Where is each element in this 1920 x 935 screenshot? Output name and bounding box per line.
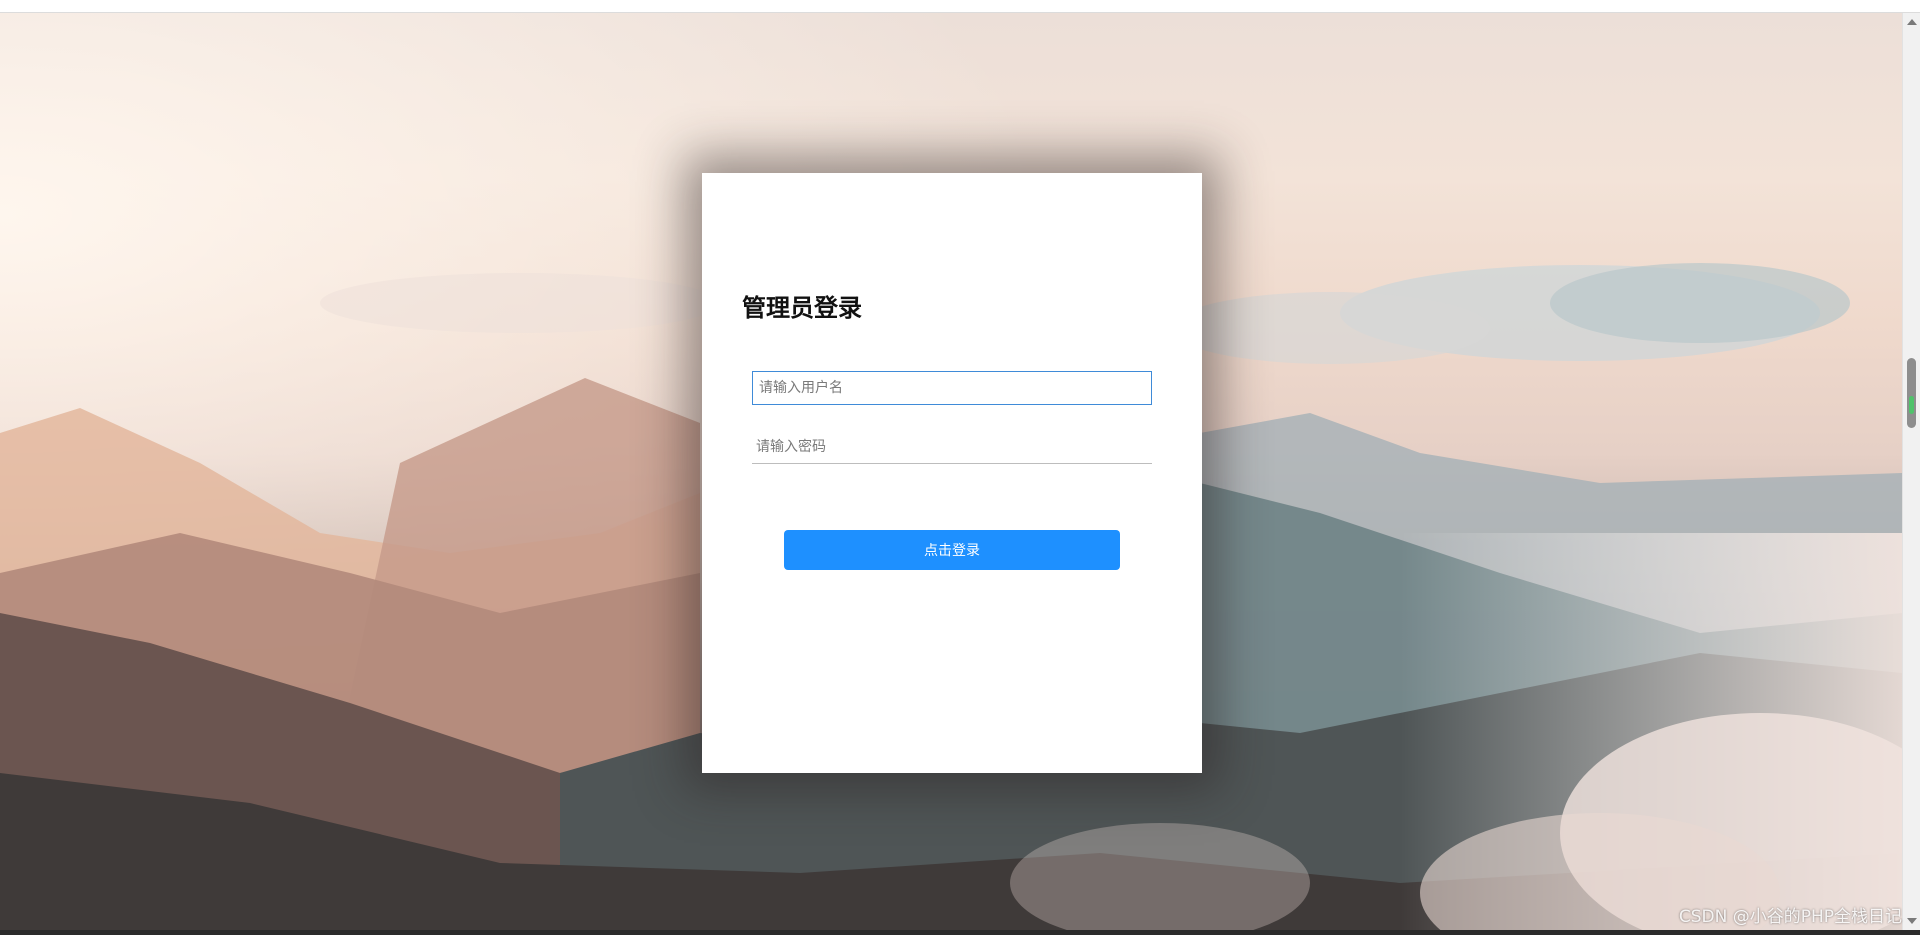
username-input[interactable] (752, 371, 1152, 405)
scroll-up-arrow-icon[interactable] (1907, 19, 1917, 25)
browser-bottom-strip (0, 930, 1920, 935)
scroll-down-arrow-icon[interactable] (1907, 918, 1917, 924)
browser-top-strip (0, 0, 1920, 13)
scroll-thumb[interactable] (1907, 358, 1916, 428)
login-button[interactable]: 点击登录 (784, 530, 1120, 570)
login-title: 管理员登录 (742, 294, 862, 322)
watermark-text: CSDN @小谷的PHP全栈日记 (1678, 907, 1902, 927)
login-card: 管理员登录 点击登录 (702, 173, 1202, 773)
page-scrollbar[interactable] (1902, 13, 1920, 930)
password-input[interactable] (752, 430, 1152, 464)
